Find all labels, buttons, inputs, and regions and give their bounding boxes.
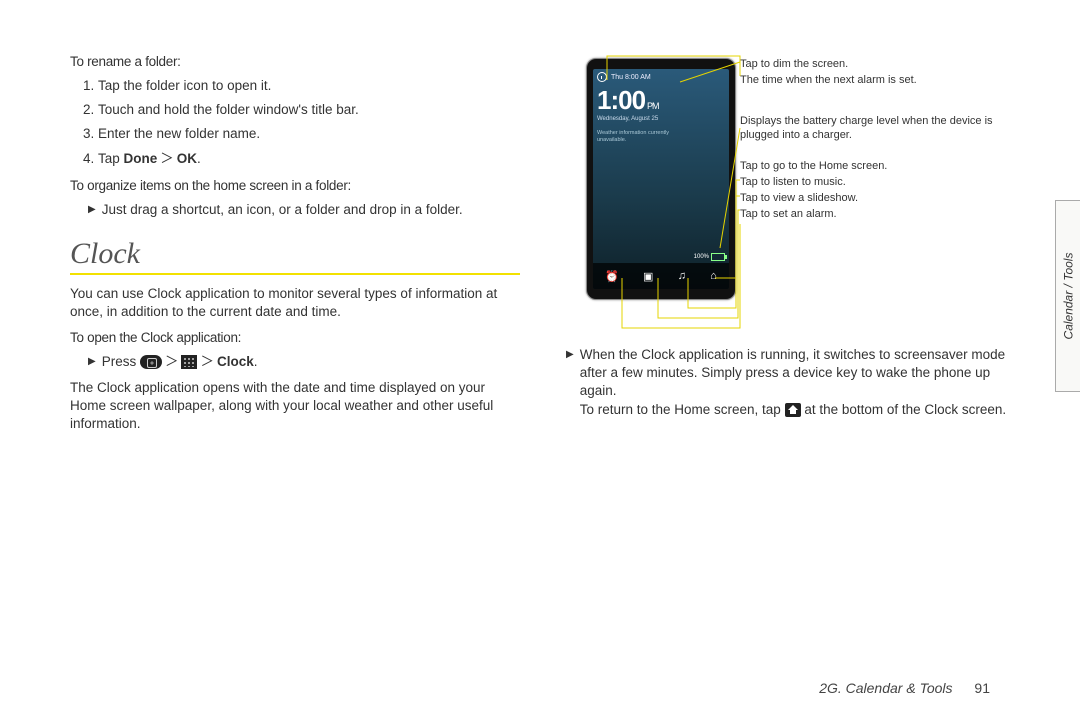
phone-big-time: 1:00 PM <box>593 85 729 116</box>
footer-page: 91 <box>974 680 990 696</box>
phone-status-bar: Thu 8:00 AM <box>593 69 729 85</box>
home-icon <box>785 403 801 417</box>
step4-pre: Tap <box>98 151 124 166</box>
status-day-text: Thu 8:00 AM <box>611 74 651 81</box>
phone-date: Wednesday, August 25 <box>593 116 729 126</box>
organize-bullet: ▶ Just drag a shortcut, an icon, or a fo… <box>88 201 520 219</box>
section-title-clock: Clock <box>70 237 520 271</box>
callout-next-alarm: The time when the next alarm is set. <box>740 74 1020 87</box>
battery-icon <box>711 253 725 261</box>
right-column: Thu 8:00 AM 1:00 PM Wednesday, August 25… <box>560 50 1010 441</box>
subhead-organize: To organize items on the home screen in … <box>70 178 520 193</box>
triangle-icon: ▶ <box>88 355 96 373</box>
when-running-2b: at the bottom of the Clock screen. <box>801 402 1007 417</box>
section-underline <box>70 273 520 275</box>
subhead-open-clock: To open the Clock application: <box>70 330 520 345</box>
page-footer: 2G. Calendar & Tools 91 <box>819 680 990 696</box>
triangle-icon: ▶ <box>566 348 574 421</box>
step-item: Tap the folder icon to open it. <box>98 77 520 95</box>
alarm-tab-icon[interactable]: ⏰ <box>605 270 619 283</box>
slideshow-tab-icon[interactable]: ▣ <box>643 270 653 283</box>
step-item: Touch and hold the folder window's title… <box>98 101 520 119</box>
when-running-2a: To return to the Home screen, tap <box>580 402 785 417</box>
step-item: Enter the new folder name. <box>98 125 520 143</box>
gt-icon: ＞ <box>157 150 177 168</box>
home-tab-icon[interactable]: ⌂ <box>710 270 717 282</box>
step-item: Tap Done＞OK. <box>98 150 520 168</box>
triangle-icon: ▶ <box>88 203 96 221</box>
open-line: Press ＞＞Clock. <box>102 353 258 371</box>
phone-screen: Thu 8:00 AM 1:00 PM Wednesday, August 25… <box>593 69 729 289</box>
when-running-1: When the Clock application is running, i… <box>580 347 1005 398</box>
side-tab-label: Calendar / Tools <box>1061 253 1075 340</box>
callout-slideshow: Tap to view a slideshow. <box>740 192 1020 205</box>
step4-ok: OK <box>177 151 197 166</box>
apps-grid-icon <box>181 355 197 369</box>
callout-home: Tap to go to the Home screen. <box>740 160 1020 173</box>
battery-pct: 100% <box>694 254 709 260</box>
when-running-block: ▶ When the Clock application is running,… <box>566 346 1010 419</box>
callout-battery: Displays the battery charge level when t… <box>740 115 1020 141</box>
open-clock-label: Clock <box>217 354 254 369</box>
gt-icon: ＞ <box>162 353 182 371</box>
battery-row: 100% <box>694 253 725 261</box>
when-running-text: When the Clock application is running, i… <box>580 346 1010 419</box>
music-tab-icon[interactable]: ♫ <box>678 270 686 282</box>
phone-diagram: Thu 8:00 AM 1:00 PM Wednesday, August 25… <box>560 50 1010 340</box>
subhead-rename: To rename a folder: <box>70 54 520 69</box>
gt-icon: ＞ <box>197 353 217 371</box>
phone-weather: Weather information currently unavailabl… <box>593 126 729 147</box>
time-pm: PM <box>647 101 659 111</box>
clock-intro: You can use Clock application to monitor… <box>70 285 520 321</box>
callouts-column: Tap to dim the screen. The time when the… <box>740 58 1020 225</box>
open-body: The Clock application opens with the dat… <box>70 379 520 434</box>
open-bullet: ▶ Press ＞＞Clock. <box>88 353 520 371</box>
time-digits: 1:00 <box>597 85 645 116</box>
callout-set-alarm: Tap to set an alarm. <box>740 208 1020 221</box>
organize-text: Just drag a shortcut, an icon, or a fold… <box>102 201 463 219</box>
left-column: To rename a folder: Tap the folder icon … <box>70 50 520 441</box>
weather-l2: unavailable. <box>597 137 725 144</box>
rename-steps-list: Tap the folder icon to open it. Touch an… <box>70 77 520 168</box>
phone-frame: Thu 8:00 AM 1:00 PM Wednesday, August 25… <box>586 58 736 300</box>
step4-done: Done <box>124 151 158 166</box>
page-columns: To rename a folder: Tap the folder icon … <box>0 0 1080 471</box>
callout-dim: Tap to dim the screen. <box>740 58 1020 71</box>
weather-l1: Weather information currently <box>597 130 725 137</box>
footer-chapter: 2G. Calendar & Tools <box>819 680 952 696</box>
alarm-clock-icon <box>597 72 607 82</box>
home-key-icon <box>140 355 162 369</box>
callout-music: Tap to listen to music. <box>740 176 1020 189</box>
side-tab: Calendar / Tools <box>1055 200 1080 392</box>
open-pre: Press <box>102 354 140 369</box>
phone-bottom-bar: ⏰ ▣ ♫ ⌂ <box>593 263 729 289</box>
